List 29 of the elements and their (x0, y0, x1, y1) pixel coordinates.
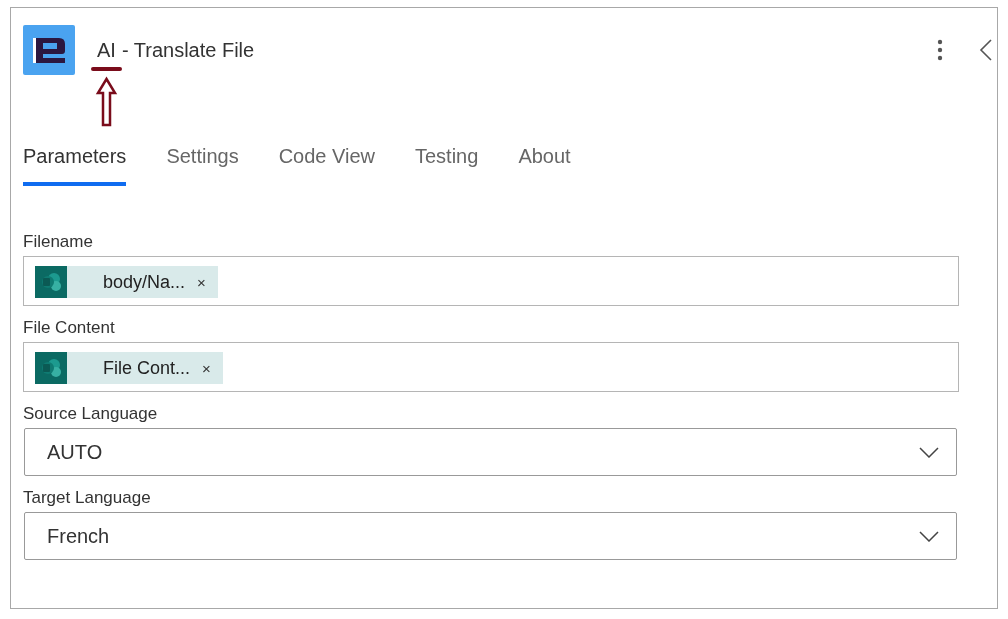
dropdown[interactable]: AUTO (24, 428, 957, 476)
token-label: body/Na... (103, 271, 186, 293)
token-chip[interactable]: body/Na... × (35, 266, 218, 298)
token-label: File Cont... (103, 357, 191, 379)
remove-token-button[interactable]: × (202, 359, 211, 377)
field-label: Filename (23, 232, 94, 252)
tab[interactable]: Parameters (23, 145, 127, 186)
tab[interactable]: Testing (415, 145, 479, 186)
tab[interactable]: Code View (278, 145, 375, 186)
field-label: Target Language (23, 488, 152, 508)
input-field[interactable]: File Cont... × (23, 342, 959, 392)
annotation-arrow-drawing (90, 66, 124, 129)
field-label: Source Language (23, 404, 159, 424)
chevron-down-icon (919, 530, 939, 542)
field-label: File Content (23, 318, 116, 338)
tab[interactable]: About (518, 145, 571, 186)
more-options-icon[interactable] (937, 39, 943, 61)
panel-title: - Translate File (121, 38, 255, 62)
input-field[interactable]: body/Na... × (23, 256, 959, 306)
token-chip[interactable]: File Cont... × (35, 352, 223, 384)
app-logo-icon (23, 25, 75, 75)
chevron-down-icon (919, 446, 939, 458)
collapse-icon[interactable] (979, 38, 993, 62)
sharepoint-icon (35, 352, 67, 384)
remove-token-button[interactable]: × (197, 273, 206, 291)
sharepoint-icon (35, 266, 67, 298)
dropdown[interactable]: French (24, 512, 957, 560)
tab[interactable]: Settings (166, 145, 239, 186)
panel-title-prefix: AI (97, 38, 116, 62)
